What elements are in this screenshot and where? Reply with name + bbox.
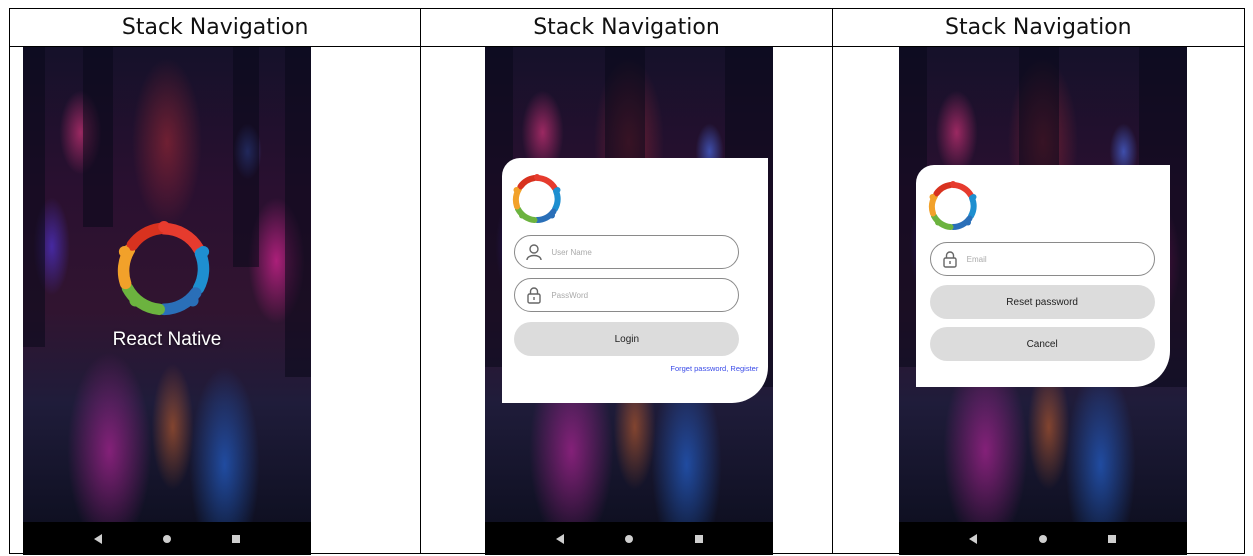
lock-icon xyxy=(942,251,957,268)
phone-screen-login: User Name PassWord Login Forget password… xyxy=(485,47,774,555)
back-triangle-icon[interactable] xyxy=(969,533,978,544)
lock-icon xyxy=(527,287,542,304)
back-triangle-icon[interactable] xyxy=(555,533,564,544)
column-splash: Stack Navigation React Native xyxy=(10,9,422,555)
android-nav-bar xyxy=(898,522,1187,555)
password-placeholder: PassWord xyxy=(551,290,589,300)
home-circle-icon[interactable] xyxy=(625,534,634,543)
reset-card: Email Reset password Cancel xyxy=(915,165,1170,387)
login-card: User Name PassWord Login Forget password… xyxy=(502,158,769,403)
column-header: Stack Navigation xyxy=(832,9,1244,47)
user-icon xyxy=(526,244,543,261)
phone-screen-reset: Email Reset password Cancel xyxy=(898,47,1187,555)
email-placeholder: Email xyxy=(966,254,987,264)
column-header: Stack Navigation xyxy=(421,9,832,47)
column-reset: Stack Navigation Email Reset password Ca… xyxy=(832,9,1244,555)
phone-screen-splash: React Native xyxy=(23,47,311,555)
android-nav-bar xyxy=(23,522,311,555)
app-title: React Native xyxy=(112,329,222,350)
column-login: Stack Navigation User Name PassWord Logi… xyxy=(421,9,833,555)
react-native-logo-icon xyxy=(928,181,978,231)
reset-password-button[interactable]: Reset password xyxy=(929,285,1155,319)
recents-square-icon[interactable] xyxy=(232,534,241,543)
login-button[interactable]: Login xyxy=(514,322,740,356)
username-placeholder: User Name xyxy=(551,247,592,257)
recents-square-icon[interactable] xyxy=(1107,534,1116,543)
recents-square-icon[interactable] xyxy=(694,534,703,543)
back-triangle-icon[interactable] xyxy=(93,533,102,544)
cancel-button[interactable]: Cancel xyxy=(929,327,1155,361)
home-circle-icon[interactable] xyxy=(1038,534,1047,543)
password-field[interactable]: PassWord xyxy=(514,278,740,312)
react-native-logo-icon xyxy=(512,174,562,224)
column-header: Stack Navigation xyxy=(10,9,421,47)
email-field[interactable]: Email xyxy=(929,242,1155,276)
android-nav-bar xyxy=(485,522,774,555)
forgot-password-register-link[interactable]: Forget password, Register xyxy=(670,364,758,373)
username-field[interactable]: User Name xyxy=(514,235,740,269)
react-native-logo-icon xyxy=(116,221,212,317)
comparison-table: Stack Navigation React Native Stack Navi… xyxy=(9,8,1245,555)
home-circle-icon[interactable] xyxy=(162,534,171,543)
